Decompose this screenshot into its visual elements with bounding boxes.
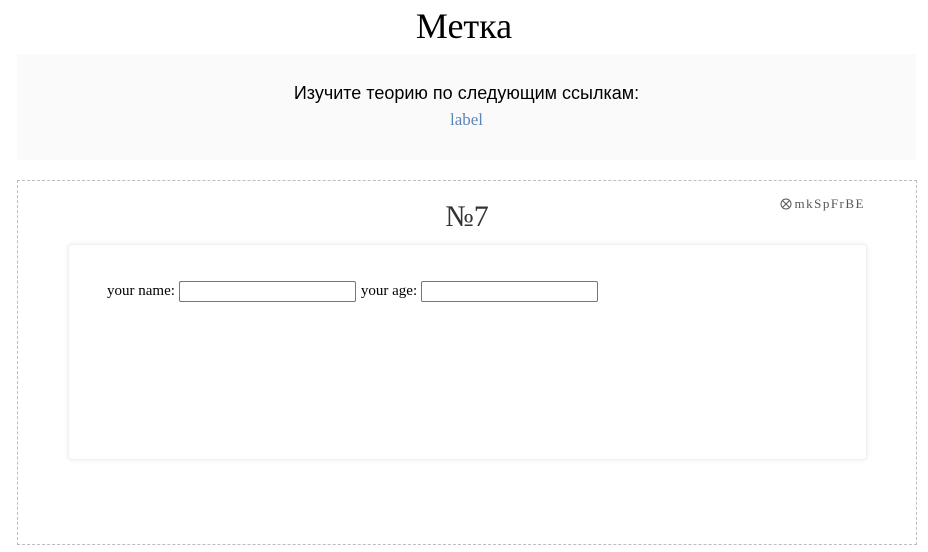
age-input[interactable]: [421, 281, 599, 302]
form-row: your name: your age:: [107, 281, 603, 302]
page-title: Метка: [415, 6, 513, 46]
name-input[interactable]: [178, 281, 356, 302]
task-id-text: mkSpFrBE: [794, 196, 865, 211]
theory-link-label[interactable]: label: [17, 109, 916, 131]
task-card: №7 mkSpFrBE your name: your age:: [17, 180, 917, 545]
age-label: your age:: [360, 283, 418, 299]
theory-panel: Изучите теорию по следующим ссылкам: lab…: [17, 54, 916, 160]
task-id-badge: mkSpFrBE: [780, 196, 865, 212]
name-label: your name:: [107, 283, 175, 299]
task-preview: your name: your age:: [68, 244, 867, 460]
theory-text: Изучите теорию по следующим ссылкам:: [293, 83, 640, 103]
circled-x-icon: [780, 198, 792, 210]
